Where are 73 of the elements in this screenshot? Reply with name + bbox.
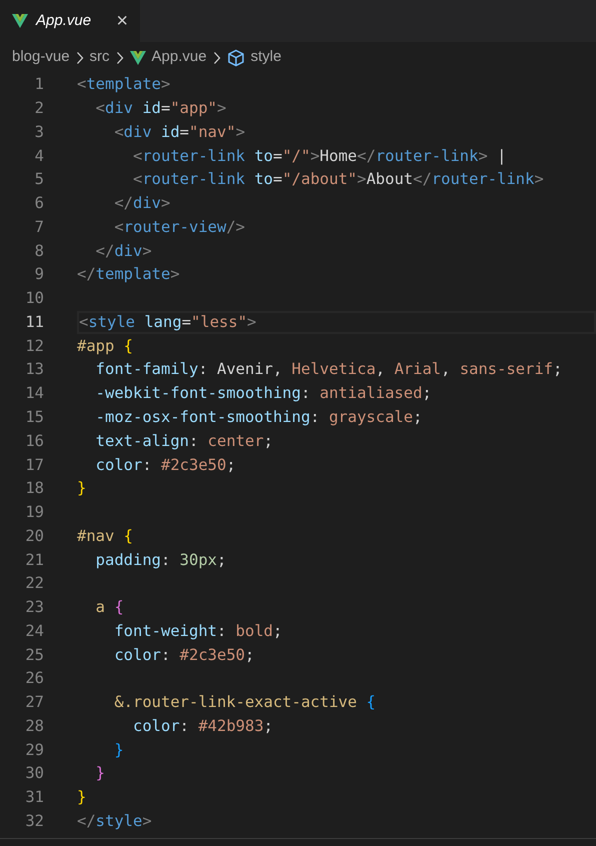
code-line: &.router-link-exact-active { — [113, 692, 376, 714]
code-line: </style> — [77, 810, 152, 832]
line-number: 20 — [24, 526, 44, 547]
editor-tab[interactable]: App.vue × — [0, 0, 140, 42]
line-number: 30 — [24, 763, 44, 784]
code-line: -moz-osx-font-smoothing: grayscale; — [94, 406, 422, 428]
line-number: 4 — [34, 146, 44, 167]
code-line: </div> — [113, 193, 170, 214]
line-number: 32 — [24, 810, 44, 832]
code-line: a { — [94, 597, 124, 618]
code-line: #nav { — [77, 526, 133, 547]
line-number: 31 — [24, 787, 44, 808]
code-line: color: #2c3e50; — [94, 454, 236, 476]
line-number: 24 — [24, 620, 44, 642]
chevron-right-icon — [76, 50, 84, 64]
code-line: <router-link to="/about">About</router-link> — [132, 169, 544, 190]
line-number: 5 — [34, 169, 44, 190]
line-number: 14 — [24, 383, 44, 404]
line-number: 10 — [24, 288, 44, 310]
vue-logo-icon — [130, 50, 146, 64]
line-number: 16 — [24, 430, 44, 452]
line-number: 6 — [34, 193, 44, 214]
line-number: 1 — [34, 74, 44, 96]
line-number: 2 — [34, 98, 44, 120]
line-number: 26 — [24, 668, 44, 690]
code-line: padding: 30px; — [94, 550, 226, 571]
code-line: <div id="nav"> — [113, 122, 246, 143]
code-line: color: #2c3e50; — [113, 644, 254, 666]
code-line: </template> — [77, 264, 180, 286]
line-number: 18 — [24, 478, 44, 500]
code-line: } — [77, 787, 86, 808]
tab-label: App.vue — [36, 10, 92, 31]
code-line: } — [77, 478, 86, 500]
code-line: font-family: Avenir, Helvetica, Arial, sans-serif; — [94, 359, 562, 380]
line-number: 22 — [24, 573, 44, 594]
code-line: #app { — [77, 336, 133, 357]
line-number: 17 — [24, 454, 44, 476]
code-line: text-align: center; — [94, 430, 273, 452]
line-number: 13 — [24, 359, 44, 380]
code-line: -webkit-font-smoothing: antialiased; — [94, 383, 432, 404]
breadcrumb-item[interactable]: style — [250, 46, 282, 69]
breadcrumb-item[interactable]: App.vue — [152, 46, 207, 69]
code-line: <div id="app"> — [94, 98, 226, 120]
code-line: <router-view/> — [113, 216, 245, 238]
line-number: 23 — [24, 597, 44, 618]
line-number: 29 — [24, 740, 44, 761]
close-button[interactable]: × — [116, 11, 128, 31]
code-line: } — [94, 763, 105, 784]
line-number: 7 — [34, 216, 44, 238]
code-line: } — [113, 740, 124, 761]
line-number: 15 — [24, 406, 44, 428]
line-number: 8 — [34, 240, 44, 262]
line-number: 11 — [24, 312, 44, 333]
line-number: 28 — [24, 716, 44, 737]
code-line: </div> — [94, 240, 152, 262]
line-number: 27 — [24, 692, 44, 714]
chevron-right-icon — [212, 50, 221, 64]
code-line: font-weight: bold; — [113, 620, 282, 642]
cube-icon — [226, 48, 245, 66]
line-number: 21 — [24, 550, 44, 571]
breadcrumb-item[interactable]: src — [90, 46, 110, 69]
breadcrumb-item[interactable]: blog-vue — [12, 46, 70, 69]
code-line: <style lang="less"> — [79, 312, 256, 333]
code-line: <router-link to="/">Home</router-link> | — [132, 146, 506, 167]
line-number: 9 — [34, 264, 44, 286]
chevron-right-icon — [116, 50, 124, 64]
line-number: 25 — [24, 644, 44, 666]
line-number: 3 — [34, 122, 44, 143]
line-number: 19 — [24, 502, 44, 524]
line-number: 12 — [24, 336, 44, 357]
code-line: color: #42b983; — [132, 716, 273, 737]
code-line: <template> — [77, 74, 170, 96]
vue-logo-icon — [12, 14, 28, 28]
